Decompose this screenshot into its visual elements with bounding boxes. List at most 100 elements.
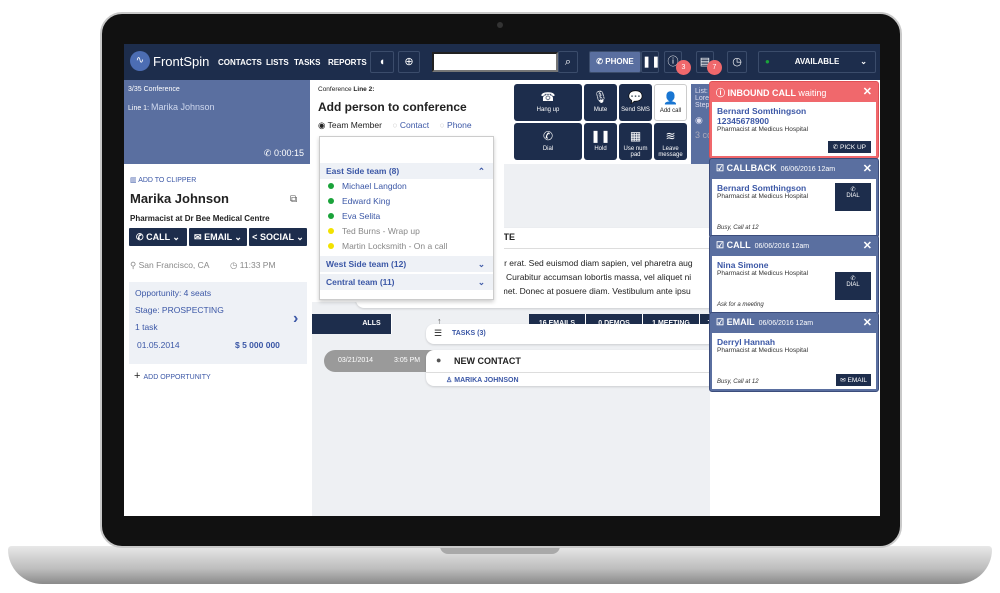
status-dropdown[interactable]: ● AVAILABLE ⌄ — [758, 51, 876, 73]
line1-name[interactable]: Marika Johnson — [151, 102, 215, 112]
notif-date: 06/06/2016 12am — [780, 166, 836, 173]
social-label: SOCIAL — [259, 232, 294, 242]
event-user-link[interactable]: MARIKA JOHNSON — [454, 377, 518, 384]
nav-contacts[interactable]: CONTACTS — [218, 58, 262, 67]
pause-icon[interactable]: ❚❚ — [641, 51, 660, 73]
tasks-row[interactable]: ☰ TASKS (3) — [426, 324, 716, 344]
phone-button[interactable]: ✆ PHONE — [589, 51, 641, 73]
nav-tasks[interactable]: TASKS — [294, 58, 321, 67]
local-time: 11:33 PM — [239, 260, 276, 270]
contact-name[interactable]: Derryl Hannah — [717, 337, 871, 347]
logo-icon[interactable]: ∿ — [130, 51, 150, 71]
leave-message-button[interactable]: ≋ Leave message — [654, 123, 687, 160]
add-icon[interactable]: ⊕ — [398, 51, 420, 73]
close-icon[interactable]: ✕ — [863, 85, 872, 98]
user-icon: ● — [765, 57, 770, 66]
opportunity-value: $ 5 000 000 — [235, 340, 280, 350]
caller-role: Pharmacist at Medicus Hospital — [717, 126, 809, 133]
line1-label: Line 1: — [128, 105, 150, 112]
event-time: 3:05 PM — [394, 357, 421, 364]
opportunity-card[interactable]: Opportunity: 4 seats Stage: PROSPECTING … — [129, 282, 307, 364]
radio-label: Phone — [447, 120, 472, 130]
user-icon: ♙ — [446, 377, 455, 384]
team-west[interactable]: West Side team (12) ⌄ — [320, 256, 493, 272]
list-icon: ☰ — [434, 328, 443, 338]
voice-icon: ≋ — [665, 129, 676, 143]
email-button[interactable]: ✉ EMAIL — [836, 374, 871, 386]
add-call-button[interactable]: 👤 Add call — [654, 84, 687, 121]
add-to-clipper-link[interactable]: ADD TO CLIPPER — [138, 177, 196, 184]
clipper-icon: ▥ — [130, 177, 139, 184]
brand[interactable]: FrontSpin — [153, 54, 209, 69]
grid-icon: ▦ — [629, 129, 642, 143]
member-item[interactable]: Edward King — [320, 194, 493, 209]
member-item[interactable]: Ted Burns - Wrap up — [320, 224, 493, 239]
radio-phone[interactable]: ○ Phone — [440, 120, 472, 130]
listen-icon[interactable]: ◖ — [370, 51, 394, 73]
chevron-right-icon[interactable]: › — [293, 310, 298, 328]
pick-up-button[interactable]: ✆ PICK UP — [827, 141, 871, 153]
note-line: r sit amet. Donec at posuere diam. Vesti… — [480, 286, 691, 296]
checkbox-icon: ☑ — [716, 163, 727, 173]
search-input[interactable] — [432, 52, 558, 72]
team-east[interactable]: East Side team (8) ⌃ — [320, 163, 493, 179]
mute-icon: 🎙 — [592, 90, 609, 104]
social-button[interactable]: < SOCIAL ⌄ — [249, 228, 307, 246]
team-name: West Side team (12) — [326, 259, 407, 269]
radio-contact[interactable]: ○ Contact — [392, 120, 429, 130]
top-nav: ∿ FrontSpin CONTACTS LISTS TASKS REPORTS… — [124, 44, 880, 80]
close-icon[interactable]: ✕ — [863, 316, 872, 329]
dial-button[interactable]: ✆ DIAL — [835, 272, 871, 300]
hold-button[interactable]: ❚❚ Hold — [584, 123, 617, 160]
notif-date: 06/06/2016 12am — [754, 243, 810, 250]
team-name: Central team (11) — [326, 277, 395, 287]
mute-button[interactable]: 🎙 Mute — [584, 84, 617, 121]
radio-label: Team Member — [327, 120, 382, 130]
contact-panel: ▥ ADD TO CLIPPER Marika Johnson ⧉ Pharma… — [124, 166, 310, 516]
contact-role: Pharmacist at Dr Bee Medical Centre — [130, 214, 270, 223]
member-item[interactable]: Martin Locksmith - On a call — [320, 239, 493, 254]
dial-button[interactable]: ✆ DIAL — [835, 183, 871, 211]
new-contact-event[interactable]: ● NEW CONTACT ♙ MARIKA JOHNSON — [426, 350, 716, 386]
call-timer: 0:00:15 — [273, 148, 304, 158]
email-button[interactable]: ✉ EMAIL ⌄ — [189, 228, 247, 246]
email-notification: ☑ EMAIL 06/06/2016 12am ✕ Derryl Hannah Pha… — [709, 312, 879, 392]
hang-up-button[interactable]: ☎ Hang up — [514, 84, 582, 121]
add-opportunity-link[interactable]: ADD OPPORTUNITY — [143, 374, 210, 381]
external-link-icon[interactable]: ⧉ — [290, 194, 297, 205]
close-icon[interactable]: ✕ — [863, 162, 872, 175]
opportunity-stage: Stage: PROSPECTING — [135, 305, 224, 315]
chevron-down-icon: ⌄ — [477, 259, 485, 269]
num-pad-button[interactable]: ▦ Use num pad — [619, 123, 652, 160]
hang-up-icon: ☎ — [540, 90, 556, 104]
opportunity-tasks: 1 task — [135, 322, 158, 332]
stat-calls[interactable]: ALLS — [312, 314, 392, 334]
dial-button[interactable]: ✆ Dial — [514, 123, 582, 160]
opportunity-seats: Opportunity: 4 seats — [135, 288, 212, 298]
clock-icon[interactable]: ◷ — [727, 51, 747, 73]
nav-reports[interactable]: REPORTS — [328, 58, 367, 67]
phone-icon: ✆ — [263, 148, 272, 158]
alert-icon: ⓘ — [716, 88, 728, 98]
contact-name[interactable]: Nina Simone — [717, 260, 871, 270]
member-item[interactable]: Michael Langdon — [320, 179, 493, 194]
event-date: 03/21/2014 — [338, 357, 374, 364]
radio-team-member[interactable]: ◉ Team Member — [318, 120, 382, 130]
event-title: NEW CONTACT — [454, 356, 521, 366]
tasks-link[interactable]: TASKS (3) — [452, 330, 486, 337]
callback-notification: ☑ CALLBACK 06/06/2016 12am ✕ Bernard Somth… — [709, 158, 879, 238]
opportunity-date: 01.05.2014 — [137, 340, 180, 350]
send-sms-button[interactable]: 💬 Send SMS — [619, 84, 652, 121]
close-icon[interactable]: ✕ — [863, 239, 872, 252]
conference-title: Add person to conference — [318, 100, 467, 114]
caller-phone: 12345678900 — [717, 116, 770, 126]
caller-name[interactable]: Bernard Somthingson — [717, 106, 871, 116]
team-central[interactable]: Central team (11) ⌄ — [320, 274, 493, 290]
member-item[interactable]: Eva Selita — [320, 209, 493, 224]
call-button[interactable]: ✆ CALL ⌄ — [129, 228, 187, 246]
status-label: AVAILABLE — [794, 57, 840, 66]
nav-lists[interactable]: LISTS — [266, 58, 289, 67]
search-icon[interactable]: ⌕ — [558, 51, 578, 73]
notif-note: Busy, Call at 12 — [717, 379, 759, 385]
call-label: CALL — [146, 232, 170, 242]
